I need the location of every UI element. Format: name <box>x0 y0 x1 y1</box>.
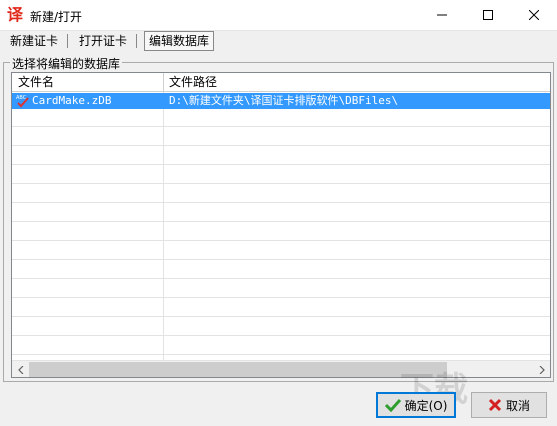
column-divider <box>163 92 164 360</box>
groupbox-label: 选择将编辑的数据库 <box>10 55 123 72</box>
tab-edit-database[interactable]: 编辑数据库 <box>144 31 215 51</box>
grid-line <box>12 183 550 184</box>
close-button[interactable] <box>511 0 557 30</box>
minimize-icon <box>437 14 447 16</box>
grid-line <box>12 145 550 146</box>
tab-separator <box>136 34 137 48</box>
tab-open-card[interactable]: 打开证卡 <box>75 32 131 50</box>
scroll-left-icon[interactable] <box>12 361 29 377</box>
database-list[interactable]: 文件名 文件路径 ABC CardMake.zDB D:\新建文件夹\译国证卡排… <box>11 72 551 378</box>
horizontal-scrollbar[interactable] <box>12 360 550 377</box>
app-logo-icon: 译 <box>6 5 23 24</box>
row-filename: CardMake.zDB <box>32 94 112 107</box>
column-header-path[interactable]: 文件路径 <box>163 73 549 91</box>
cancel-button[interactable]: 取消 <box>471 392 547 418</box>
grid-line <box>12 164 550 165</box>
table-row[interactable]: ABC CardMake.zDB D:\新建文件夹\译国证卡排版软件\DBFil… <box>12 93 550 109</box>
grid-line <box>12 259 550 260</box>
grid-line <box>12 240 550 241</box>
grid-line <box>12 126 550 127</box>
maximize-icon <box>483 10 493 20</box>
column-header-filename[interactable]: 文件名 <box>12 73 164 91</box>
grid-line <box>12 297 550 298</box>
cancel-button-label: 取消 <box>505 398 530 413</box>
grid-line <box>12 316 550 317</box>
database-groupbox: 选择将编辑的数据库 文件名 文件路径 ABC CardMake.zDB D:\新… <box>3 55 554 382</box>
scroll-right-icon[interactable] <box>533 361 550 377</box>
minimize-button[interactable] <box>419 0 465 30</box>
list-header: 文件名 文件路径 <box>12 73 550 92</box>
maximize-button[interactable] <box>465 0 511 30</box>
title-bar: 译 新建/打开 <box>0 0 557 31</box>
grid-line <box>12 221 550 222</box>
tab-new-card[interactable]: 新建证卡 <box>6 32 62 50</box>
checkmark-icon <box>384 398 401 412</box>
ok-button-label: 确定(O) <box>404 398 448 413</box>
scrollbar-thumb[interactable] <box>29 362 447 377</box>
grid-line <box>12 335 550 336</box>
database-check-icon: ABC <box>15 93 31 109</box>
ok-button[interactable]: 确定(O) <box>376 392 456 418</box>
window-title: 新建/打开 <box>30 10 83 24</box>
tab-separator <box>67 34 68 48</box>
tab-strip: 新建证卡 打开证卡 编辑数据库 <box>0 30 557 52</box>
cross-icon <box>488 398 502 412</box>
grid-line <box>12 278 550 279</box>
close-icon <box>529 10 539 20</box>
row-filepath: D:\新建文件夹\译国证卡排版软件\DBFiles\ <box>169 94 399 107</box>
grid-line <box>12 202 550 203</box>
grid-line <box>12 354 550 355</box>
